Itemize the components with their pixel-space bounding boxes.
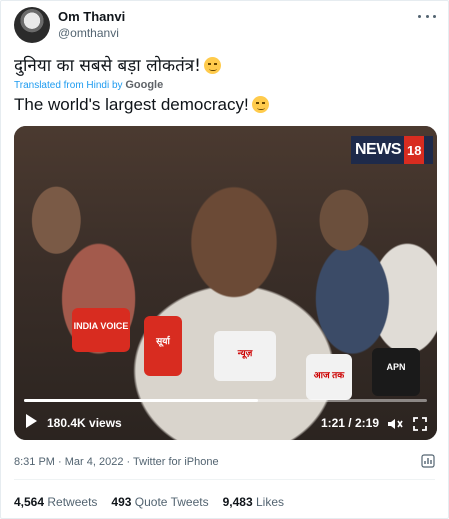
fullscreen-icon[interactable] <box>413 417 427 431</box>
google-logo: Google <box>125 79 164 91</box>
more-options-icon[interactable] <box>418 9 436 23</box>
microphone: सूर्या <box>144 316 182 376</box>
retweets-stat[interactable]: 4,564 Retweets <box>14 495 97 509</box>
likes-stat[interactable]: 9,483 Likes <box>223 495 284 509</box>
microphone: INDIA VOICE <box>72 308 130 352</box>
tweet-card: Om Thanvi @omthanvi दुनिया का सबसे बड़ा … <box>0 0 449 519</box>
likes-label: Likes <box>255 495 284 509</box>
original-text: दुनिया का सबसे बड़ा लोकतंत्र! <box>14 56 201 76</box>
author-avatar[interactable] <box>14 7 50 43</box>
analytics-icon[interactable] <box>421 454 435 468</box>
video-progress-bar[interactable] <box>24 399 427 402</box>
mute-icon[interactable] <box>387 417 403 431</box>
view-count: 180.4K views <box>47 416 122 430</box>
tweet-original-text: दुनिया का सबसे बड़ा लोकतंत्र! <box>14 53 221 76</box>
translated-text: The world's largest democracy! <box>14 95 249 114</box>
video-progress-fill <box>24 399 258 402</box>
tweet-translated-text: The world's largest democracy! <box>14 95 269 115</box>
author-handle[interactable]: @omthanvi <box>58 26 119 40</box>
likes-count: 9,483 <box>222 495 253 509</box>
translated-from-label: Translated from Hindi by <box>14 80 123 91</box>
video-time: 1:21 / 2:19 <box>320 416 379 430</box>
retweets-count: 4,564 <box>14 495 45 509</box>
microphone: आज तक <box>306 354 352 400</box>
translation-attribution[interactable]: Translated from Hindi by Google <box>14 79 163 91</box>
video-player[interactable]: NEWS 18 INDIA VOICE सूर्या न्यूज़ आज तक … <box>14 126 437 440</box>
smirking-face-emoji-icon <box>203 57 221 74</box>
divider <box>14 479 435 480</box>
tweet-timestamp[interactable]: 8:31 PM · Mar 4, 2022 · Twitter for iPho… <box>14 456 219 468</box>
retweets-label: Retweets <box>47 495 98 509</box>
play-icon[interactable] <box>26 414 37 428</box>
microphone: न्यूज़ <box>214 331 276 381</box>
smirking-face-emoji-icon <box>251 96 269 113</box>
quotes-label: Quote Tweets <box>134 495 209 509</box>
engagement-stats: 4,564 Retweets 493 Quote Tweets 9,483 Li… <box>14 495 284 509</box>
author-name[interactable]: Om Thanvi <box>58 9 125 24</box>
news18-logo: NEWS 18 <box>351 136 433 164</box>
microphone: APN <box>372 348 420 396</box>
quote-tweets-stat[interactable]: 493 Quote Tweets <box>111 495 208 509</box>
quotes-count: 493 <box>111 495 132 509</box>
logo-number: 18 <box>404 136 425 164</box>
logo-text: NEWS <box>355 141 402 158</box>
